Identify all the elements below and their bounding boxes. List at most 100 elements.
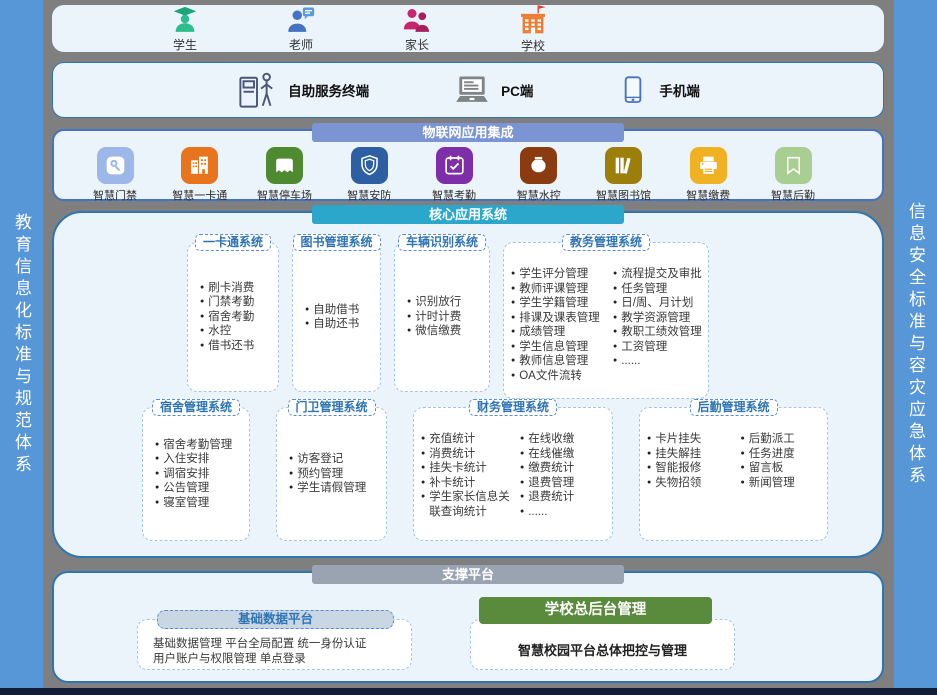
smart-campus-architecture-diagram: 教育信息化标准与规范体系 信息安全标准与容灾应急体系 学生老师家长学校 自助服务… (0, 0, 937, 695)
system-item: 宿舍考勤 (200, 310, 278, 325)
iot-item: 智慧图书馆 (582, 147, 666, 203)
system-box: 宿舍管理系统宿舍考勤管理入住安排调宿安排公告管理寝室管理 (142, 407, 250, 541)
system-item-label: 日/周、月计划 (621, 296, 693, 311)
system-item: 补卡统计 (421, 476, 513, 491)
system-box: 一卡通系统刷卡消费门禁考勤宿舍考勤水控借书还书 (187, 242, 279, 392)
system-item: 挂失解挂 (647, 447, 734, 462)
iot-item: 智慧停车场 (243, 147, 327, 203)
system-item: 充值统计 (421, 432, 513, 447)
iot-tile-row: 智慧门禁智慧一卡通智慧停车场智慧安防智慧考勤智慧水控智慧图书馆智慧缴费智慧后勤 (54, 147, 882, 203)
base-data-platform-title: 基础数据平台 (157, 610, 394, 629)
kiosk-icon (236, 69, 278, 111)
system-item: 教师信息管理 (511, 354, 606, 369)
system-item-label: 成绩管理 (519, 325, 565, 340)
item-column: 自助借书自助还书 (293, 243, 380, 391)
item-column: 识别放行计时计费微信缴费 (395, 243, 489, 391)
left-sidebar-label: 教育信息化标准与规范体系 (9, 213, 34, 477)
system-item-label: 卡片挂失 (655, 432, 701, 447)
iot-item: 智慧安防 (327, 147, 411, 203)
system-item: 挂失卡统计 (421, 461, 513, 476)
system-item: 学生请假管理 (289, 481, 386, 496)
system-item: 入住安排 (155, 452, 249, 467)
system-item: 新闻管理 (741, 476, 828, 491)
system-box-items: 充值统计消费统计挂失卡统计补卡统计学生家长信息关联查询统计在线收缴在线催缴缴费统… (414, 408, 612, 540)
payment-icon (696, 153, 721, 178)
item-column: 刷卡消费门禁考勤宿舍考勤水控借书还书 (188, 243, 278, 391)
iot-tile-label: 智慧考勤 (432, 187, 476, 203)
system-box-title: 后勤管理系统 (689, 399, 777, 416)
parking-icon (272, 153, 297, 178)
system-item: 调宿安排 (155, 467, 249, 482)
system-box: 图书管理系统自助借书自助还书 (292, 242, 381, 392)
support-platform-section: 支撑平台 基础数据管理 平台全局配置 统一身份认证 用户账户与权限管理 单点登录… (52, 571, 884, 683)
admin-platform-title: 学校总后台管理 (479, 597, 712, 624)
system-item: 教师评课管理 (511, 282, 606, 297)
system-box-items: 卡片挂失挂失解挂智能报修失物招领后勤派工任务进度留言板新闻管理 (640, 408, 827, 540)
system-item: 日/周、月计划 (613, 296, 708, 311)
base-platform-line: 基础数据管理 平台全局配置 统一身份认证 (153, 637, 411, 652)
system-item-label: OA文件流转 (519, 369, 582, 384)
pc-icon (453, 71, 491, 109)
security-icon (357, 153, 382, 178)
base-platform-line: 用户账户与权限管理 单点登录 (153, 652, 411, 667)
system-item-label: 借书还书 (208, 339, 254, 354)
core-systems-banner: 核心应用系统 (312, 205, 624, 224)
system-item: 微信缴费 (407, 324, 489, 339)
system-item: 任务管理 (613, 282, 708, 297)
system-item: 任务进度 (741, 447, 828, 462)
iot-item: 智慧一卡通 (158, 147, 242, 203)
iot-tile (436, 147, 473, 184)
system-box: 后勤管理系统卡片挂失挂失解挂智能报修失物招领后勤派工任务进度留言板新闻管理 (639, 407, 828, 541)
system-item-label: 在线收缴 (528, 432, 574, 447)
iot-item: 智慧考勤 (412, 147, 496, 203)
system-item: 门禁考勤 (200, 295, 278, 310)
system-box-items: 识别放行计时计费微信缴费 (395, 243, 489, 391)
system-item-label: 任务管理 (621, 282, 667, 297)
system-item-label: 入住安排 (163, 452, 209, 467)
system-item-label: 门禁考勤 (208, 295, 254, 310)
system-box-items: 宿舍考勤管理入住安排调宿安排公告管理寝室管理 (143, 408, 249, 540)
device-item: 手机端 (617, 74, 700, 106)
system-item-label: 水控 (208, 324, 231, 339)
system-item: 退费统计 (520, 490, 612, 505)
iot-tile-label: 智慧图书馆 (596, 187, 651, 203)
core-systems-section: 核心应用系统 一卡通系统刷卡消费门禁考勤宿舍考勤水控借书还书图书管理系统自助借书… (52, 211, 884, 558)
system-item: 失物招领 (647, 476, 734, 491)
system-item: 学生评分管理 (511, 267, 606, 282)
system-item: 排课及课表管理 (511, 311, 606, 326)
system-item-label: 计时计费 (415, 310, 461, 325)
system-item-label: 微信缴费 (415, 324, 461, 339)
system-item-label: 补卡统计 (429, 476, 475, 491)
system-item-label: 退费管理 (528, 476, 574, 491)
system-box-items: 刷卡消费门禁考勤宿舍考勤水控借书还书 (188, 243, 278, 391)
item-column: 学生评分管理教师评课管理学生学籍管理排课及课表管理成绩管理学生信息管理教师信息管… (504, 243, 606, 398)
system-item-label: 宿舍考勤管理 (163, 438, 232, 453)
system-item: 流程提交及审批 (613, 267, 708, 282)
attendance-icon (442, 153, 467, 178)
admin-platform-box: 智慧校园平台总体把控与管理 (470, 619, 735, 670)
system-item-label: 教师信息管理 (519, 354, 588, 369)
system-item-label: 教学资源管理 (621, 311, 690, 326)
system-item-label: 学生评分管理 (519, 267, 588, 282)
item-column: 卡片挂失挂失解挂智能报修失物招领 (640, 408, 734, 540)
door-access-icon (103, 153, 128, 178)
system-item: 寝室管理 (155, 496, 249, 511)
system-box-title: 车辆识别系统 (398, 234, 486, 251)
item-column: 后勤派工任务进度留言板新闻管理 (734, 408, 828, 540)
user-item: 老师 (270, 5, 332, 53)
system-item-label: 识别放行 (415, 295, 461, 310)
iot-item: 智慧水控 (497, 147, 581, 203)
system-item-label: 挂失卡统计 (429, 461, 487, 476)
item-column: 在线收缴在线催缴缴费统计退费管理退费统计...... (513, 408, 612, 540)
iot-item: 智慧后勤 (751, 147, 835, 203)
system-item: 自助借书 (305, 303, 380, 318)
system-box-title: 宿舍管理系统 (152, 399, 240, 416)
system-item: 自助还书 (305, 317, 380, 332)
system-item-label: 排课及课表管理 (519, 311, 600, 326)
system-item: 在线收缴 (520, 432, 612, 447)
system-item: 宿舍考勤管理 (155, 438, 249, 453)
system-item: 水控 (200, 324, 278, 339)
system-box: 教务管理系统学生评分管理教师评课管理学生学籍管理排课及课表管理成绩管理学生信息管… (503, 242, 709, 399)
iot-tile-label: 智慧一卡通 (172, 187, 227, 203)
system-item-label: 学生信息管理 (519, 340, 588, 355)
